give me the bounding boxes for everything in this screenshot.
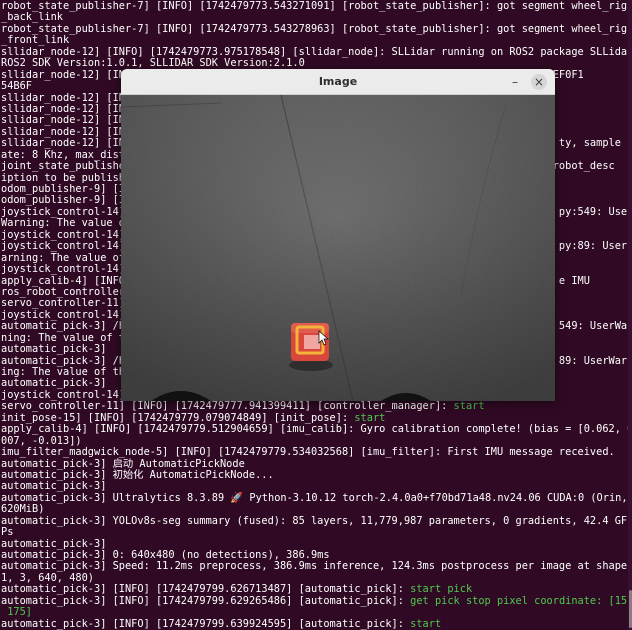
terminal-line-text: 007, -0.013]) [1,434,82,447]
terminal-scrollbar[interactable] [628,0,632,630]
terminal-line-text: sllidar_node-12] [IN [1,125,125,138]
terminal-line-text: automatic_pick-3] Speed: 11.2ms preproce… [1,560,628,573]
terminal-line-text: joystick_control-14] [1,263,125,276]
terminal-line-text: automatic_pick-3] Ultralytics 8.3.89 🚀 P… [1,491,628,504]
window-title: Image [318,75,358,88]
terminal-line-text: automatic_pick-3] [INFO] [1742479799.626… [1,583,411,596]
terminal-line-highlight: start [410,617,442,630]
terminal-line: automatic_pick-3] [INFO] [1742479799.629… [1,594,628,607]
terminal-line-text: apply_calib-4] [INFO] [1742479779.512904… [1,423,628,436]
camera-view [121,94,555,401]
terminal-line-text: _front_link [1,34,70,47]
terminal-line-text: servo_controller-11] [INFO] [1742479777.… [1,400,454,413]
terminal-line-text: joystick_control-14] [1,308,125,321]
terminal-line-text: sllidar_node-12] [IN [1,91,125,104]
terminal-line-highlight: 175] [1,606,32,619]
terminal-line-highlight: start [453,400,485,413]
terminal-line: automatic_pick-3] [INFO] [1742479799.639… [1,617,628,630]
terminal-line-text: ros_robot_controller [1,285,125,298]
close-button[interactable]: × [531,74,547,90]
terminal-line-highlight: start pick [410,583,473,596]
terminal-line-text: ing: The value of th [1,366,125,378]
terminal-line-text: automatic_pick-3] YOLOv8s-seg summary (f… [1,514,628,527]
terminal-line-text: joystick_control-14] [1,228,125,241]
camera-frame [121,94,555,401]
terminal-line-text: ROS2 SDK Version:1.0.1, SLLIDAR SDK Vers… [1,57,305,70]
terminal-line-text: automatic_pick-3] [INFO] [1742479799.629… [1,594,411,607]
terminal-line-text: imu_filter_madgwick_node-5] [INFO] [1742… [1,446,615,459]
terminal-line-text: Ps [1,526,14,539]
terminal-line-text: 1, 3, 640, 480) [1,571,94,584]
terminal-line-text: 620MiB) [1,503,45,516]
terminal-line: automatic_pick-3] Speed: 11.2ms preproce… [1,561,628,572]
minimize-button[interactable]: – [507,74,523,90]
terminal-line-text: automatic_pick-3] [1,343,107,356]
terminal-line-text: robot_state_publisher-7] [INFO] [1742479… [1,22,628,35]
terminal-line-text: Warning: The value d [1,217,125,230]
terminal-line-text: ning: The value of t [1,331,125,344]
terminal-line-text: _back_link [1,11,63,24]
terminal-line-text: joystick_control-14] [1,388,125,401]
terminal-line-text: odom_publisher-9] [I [1,194,125,207]
terminal-line-text: sllidar_node-12] [IN [1,114,125,127]
terminal-line: robot_state_publisher-7] [INFO] [1742479… [1,0,628,12]
terminal-line-text: robot_state_publisher-7] [INFO] [1742479… [1,0,628,12]
terminal-line-text: sllidar_node-12] [IN [1,102,125,115]
terminal-line-text: iption to be publish [1,171,125,184]
terminal-line-text: ate: 8 Khz, max_dist [1,148,125,161]
terminal-line-text: automatic_pick-3] [1,480,107,493]
terminal-line: robot_state_publisher-7] [INFO] [1742479… [1,22,628,35]
terminal-line: automatic_pick-3] YOLOv8s-seg summary (f… [1,514,628,527]
terminal-line: automatic_pick-3] Ultralytics 8.3.89 🚀 P… [1,491,628,504]
terminal-line-highlight: start [354,411,386,424]
terminal-line-text: odom_publisher-9] [I [1,183,125,195]
terminal-line-text: servo_controller-11] [1,297,125,310]
terminal-line-text: init_pose-15] [INFO] [1742479779.0790748… [1,411,355,424]
window-titlebar[interactable]: Image – × [121,69,555,95]
terminal-line-text: 54B6F [1,80,32,93]
terminal-line-text: automatic_pick-3] 0: 640x480 (no detecti… [1,549,330,561]
terminal-line-text: sllidar_node-12] [INFO] [1742479773.9751… [1,45,628,58]
terminal-line-text: automatic_pick-3] [INFO] [1742479799.639… [1,617,411,630]
terminal-line-text: automatic_pick-3] [1,537,107,550]
terminal-line-text: arning: The value of [1,251,125,264]
image-window[interactable]: Image – × [121,69,555,401]
target-cube [289,323,333,371]
terminal-line: apply_calib-4] [INFO] [1742479779.512904… [1,423,628,436]
terminal-line-highlight: get pick stop pixel coordinate: [157 [410,594,628,607]
terminal-line-text: automatic_pick-3] 启动 AutomaticPickNode [1,457,245,470]
terminal-line-text: automatic_pick-3] [1,377,107,390]
terminal-line-text: automatic_pick-3] 初始化 AutomaticPickNode.… [1,468,274,481]
